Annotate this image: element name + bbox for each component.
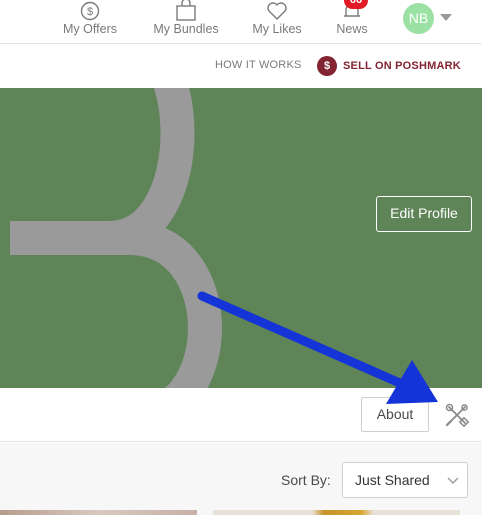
svg-text:$: $ — [87, 6, 93, 18]
nav-my-offers-label: My Offers — [63, 22, 117, 36]
nav-my-bundles[interactable]: My Bundles — [148, 0, 224, 44]
nav-my-likes-label: My Likes — [252, 22, 302, 36]
dollar-circle-icon: $ — [80, 1, 100, 21]
nav-my-likes[interactable]: My Likes — [248, 0, 306, 44]
nav-news[interactable]: 66 News — [330, 0, 374, 44]
listings-section: Sort By: Just Shared — [0, 443, 482, 515]
top-navigation: $ My Offers My Bundles My Likes 66 News … — [0, 0, 482, 44]
chevron-down-icon[interactable] — [440, 14, 452, 21]
nav-my-bundles-label: My Bundles — [153, 22, 219, 36]
news-badge: 66 — [344, 0, 368, 9]
avatar[interactable]: NB — [403, 3, 434, 34]
sort-by-label: Sort By: — [281, 472, 331, 488]
tools-icon[interactable] — [444, 402, 470, 428]
cover-letter-graphic — [10, 88, 222, 388]
sort-selected-value: Just Shared — [355, 472, 430, 488]
sell-on-poshmark-label: SELL ON POSHMARK — [343, 60, 461, 72]
cover-photo: Edit Profile — [0, 88, 482, 388]
shopping-bag-icon — [176, 0, 196, 21]
dollar-coin-icon: $ — [317, 56, 337, 76]
edit-profile-button[interactable]: Edit Profile — [376, 196, 472, 232]
about-button[interactable]: About — [361, 397, 429, 432]
profile-action-bar: About — [0, 388, 482, 442]
how-it-works-link[interactable]: HOW IT WORKS — [215, 59, 302, 71]
secondary-navigation: HOW IT WORKS $ SELL ON POSHMARK — [0, 45, 482, 88]
listing-thumbnail[interactable] — [213, 510, 460, 515]
listing-thumbnail[interactable] — [0, 510, 197, 515]
sort-select[interactable]: Just Shared — [342, 462, 468, 498]
sell-on-poshmark-link[interactable]: $ SELL ON POSHMARK — [317, 55, 461, 77]
heart-icon — [267, 2, 287, 20]
chevron-down-icon — [447, 477, 459, 484]
nav-my-offers[interactable]: $ My Offers — [56, 0, 124, 44]
nav-news-label: News — [336, 22, 368, 36]
